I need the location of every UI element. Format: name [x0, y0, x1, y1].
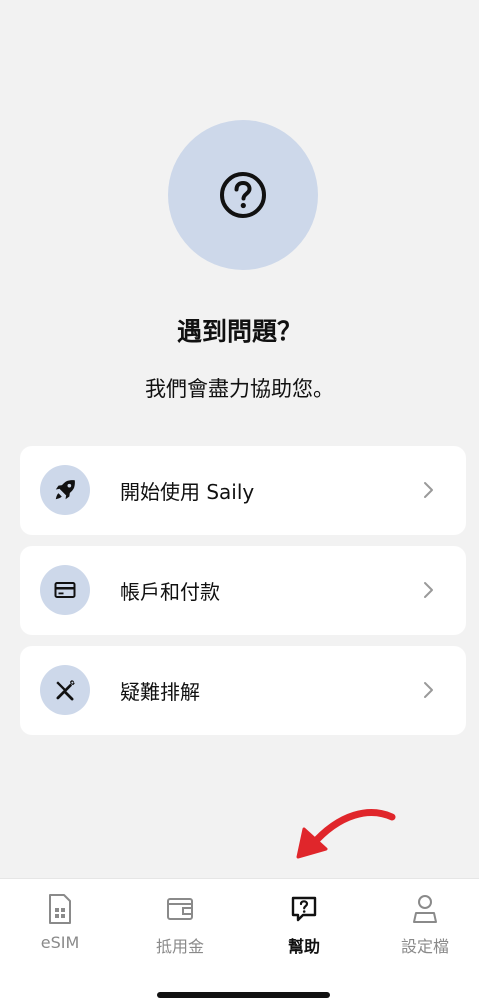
rocket-icon [40, 465, 90, 515]
chevron-right-icon [424, 682, 433, 698]
tab-help[interactable]: 幫助 [244, 893, 364, 957]
tab-esim[interactable]: eSIM [0, 893, 120, 952]
page-subtitle: 我們會盡力協助您。 [145, 377, 334, 401]
credit-card-icon [40, 565, 90, 615]
bottom-tab-bar: eSIM 抵用金 幫助 設定檔 [0, 878, 479, 1007]
menu-item-troubleshooting[interactable]: 疑難排解 [20, 646, 466, 735]
question-circle-icon [220, 172, 266, 218]
chevron-right-icon [424, 582, 433, 598]
menu-item-account-billing[interactable]: 帳戶和付款 [20, 546, 466, 635]
menu-item-label: 帳戶和付款 [120, 580, 220, 604]
tab-label: 抵用金 [155, 937, 204, 956]
annotation-arrow-icon [296, 809, 396, 859]
hero-help-circle [168, 120, 318, 270]
home-indicator [157, 992, 330, 998]
wallet-icon [164, 893, 196, 925]
help-chat-icon [288, 893, 320, 925]
profile-icon [409, 893, 441, 925]
tab-credits[interactable]: 抵用金 [120, 893, 240, 957]
sim-card-icon [44, 893, 76, 925]
menu-item-label: 開始使用 Saily [120, 480, 255, 504]
page-title: 遇到問題？ [176, 317, 302, 346]
tab-label: 設定檔 [400, 937, 449, 956]
menu-item-label: 疑難排解 [120, 680, 200, 704]
tab-label: 幫助 [287, 937, 320, 956]
menu-item-getting-started[interactable]: 開始使用 Saily [20, 446, 466, 535]
chevron-right-icon [424, 482, 433, 498]
tab-profile[interactable]: 設定檔 [365, 893, 479, 957]
tab-label: eSIM [40, 933, 80, 952]
tools-icon [40, 665, 90, 715]
